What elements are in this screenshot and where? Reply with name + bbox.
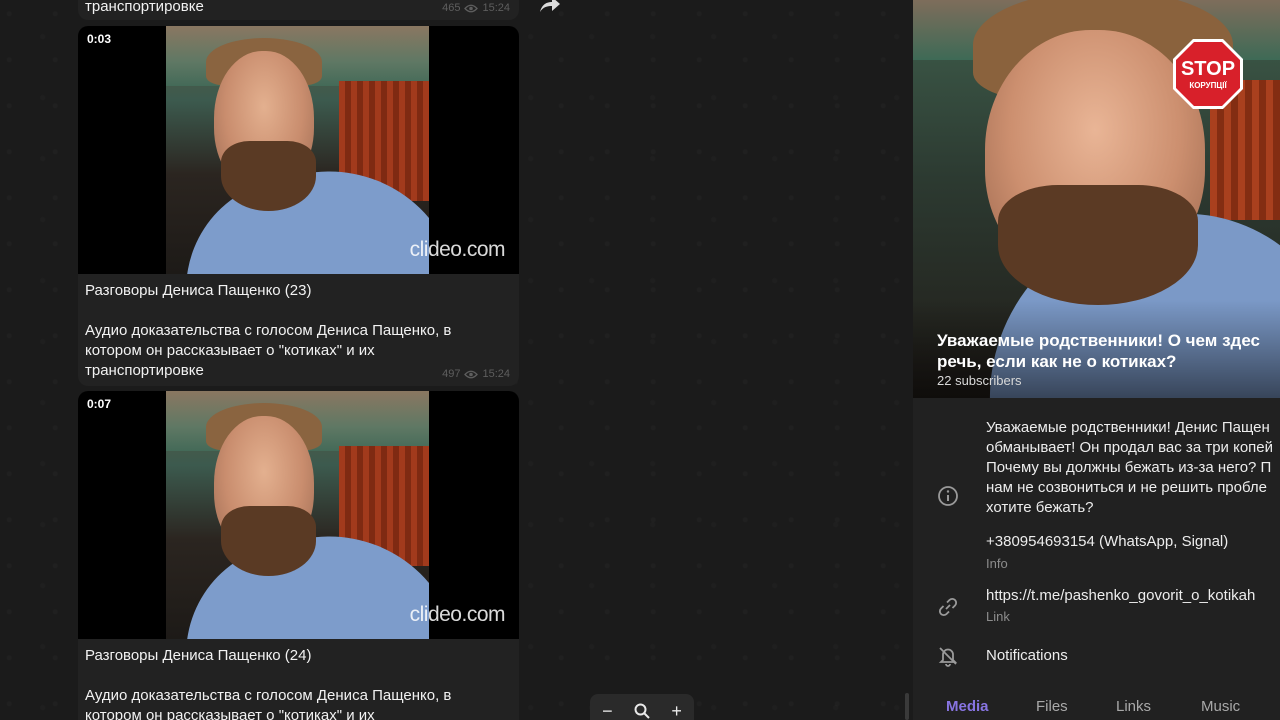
- video-watermark: clideo.com: [409, 603, 506, 626]
- forward-icon[interactable]: [536, 0, 562, 16]
- channel-description: Уважаемые родственники! Денис Пащен обма…: [986, 419, 1273, 516]
- video-thumbnail[interactable]: 0:07 clideo.com: [78, 391, 519, 639]
- channel-title: Уважаемые родственники! О чем здес речь,…: [937, 331, 1260, 371]
- video-duration: 0:07: [85, 396, 114, 412]
- tab-media[interactable]: Media: [946, 698, 989, 715]
- message-time: 15:24: [482, 368, 510, 380]
- tab-links[interactable]: Links: [1116, 698, 1151, 715]
- video-message[interactable]: 0:07 clideo.com Разговоры Дениса Пащенко…: [78, 391, 519, 720]
- tab-music[interactable]: Music: [1201, 698, 1240, 715]
- message-title: Разговоры Дениса Пащенко (24): [85, 647, 312, 664]
- video-thumbnail[interactable]: 0:03 clideo.com: [78, 26, 519, 274]
- subscriber-count: 22 subscribers: [937, 373, 1022, 388]
- zoom-in-icon[interactable]: +: [668, 702, 686, 720]
- phone-caption: Info: [986, 556, 1008, 571]
- eye-icon: [464, 4, 479, 12]
- video-frame: [166, 26, 429, 274]
- tab-files[interactable]: Files: [1036, 698, 1068, 715]
- message-meta: 497 15:24: [442, 368, 510, 380]
- video-message[interactable]: 0:03 clideo.com Разговоры Дениса Пащенко…: [78, 26, 519, 386]
- channel-link[interactable]: https://t.me/pashenko_govorit_o_kotikah: [986, 587, 1255, 604]
- link-caption: Link: [986, 609, 1010, 624]
- zoom-search-icon[interactable]: [633, 702, 651, 720]
- svg-text:STOP: STOP: [1181, 58, 1235, 80]
- info-icon: [938, 486, 958, 506]
- message-meta: 465 15:24: [442, 2, 510, 14]
- eye-icon: [464, 370, 479, 378]
- channel-cover-photo[interactable]: STOP КОРУПЦІЇ Уважаемые родственники! О …: [913, 0, 1280, 398]
- message-previous[interactable]: транспортировке 465 15:24: [78, 0, 519, 20]
- message-body-tail: транспортировке: [85, 0, 204, 15]
- video-frame: [166, 391, 429, 639]
- channel-phone[interactable]: +380954693154 (WhatsApp, Signal): [986, 533, 1228, 550]
- message-title: Разговоры Дениса Пащенко (23): [85, 282, 312, 299]
- svg-text:КОРУПЦІЇ: КОРУПЦІЇ: [1189, 81, 1227, 90]
- channel-info-panel: STOP КОРУПЦІЇ Уважаемые родственники! О …: [913, 0, 1280, 720]
- video-watermark: clideo.com: [409, 238, 506, 261]
- notifications-toggle[interactable]: Notifications: [986, 647, 1068, 664]
- chat-area: транспортировке 465 15:24 0:03 clideo.co…: [0, 0, 913, 720]
- view-count: 465: [442, 2, 461, 14]
- shared-media-tabs: Media Files Links Music: [913, 692, 1280, 720]
- zoom-out-icon[interactable]: −: [598, 702, 616, 720]
- stop-corruption-logo: STOP КОРУПЦІЇ: [1173, 39, 1243, 109]
- message-time: 15:24: [482, 2, 510, 14]
- view-count: 497: [442, 368, 461, 380]
- bell-off-icon[interactable]: [937, 645, 959, 667]
- link-icon: [938, 597, 958, 617]
- message-body: Аудио доказательства с голосом Дениса Па…: [85, 687, 452, 720]
- chat-scrollbar[interactable]: [905, 693, 909, 720]
- video-duration: 0:03: [85, 31, 114, 47]
- media-zoom-toolbar: − +: [590, 694, 694, 720]
